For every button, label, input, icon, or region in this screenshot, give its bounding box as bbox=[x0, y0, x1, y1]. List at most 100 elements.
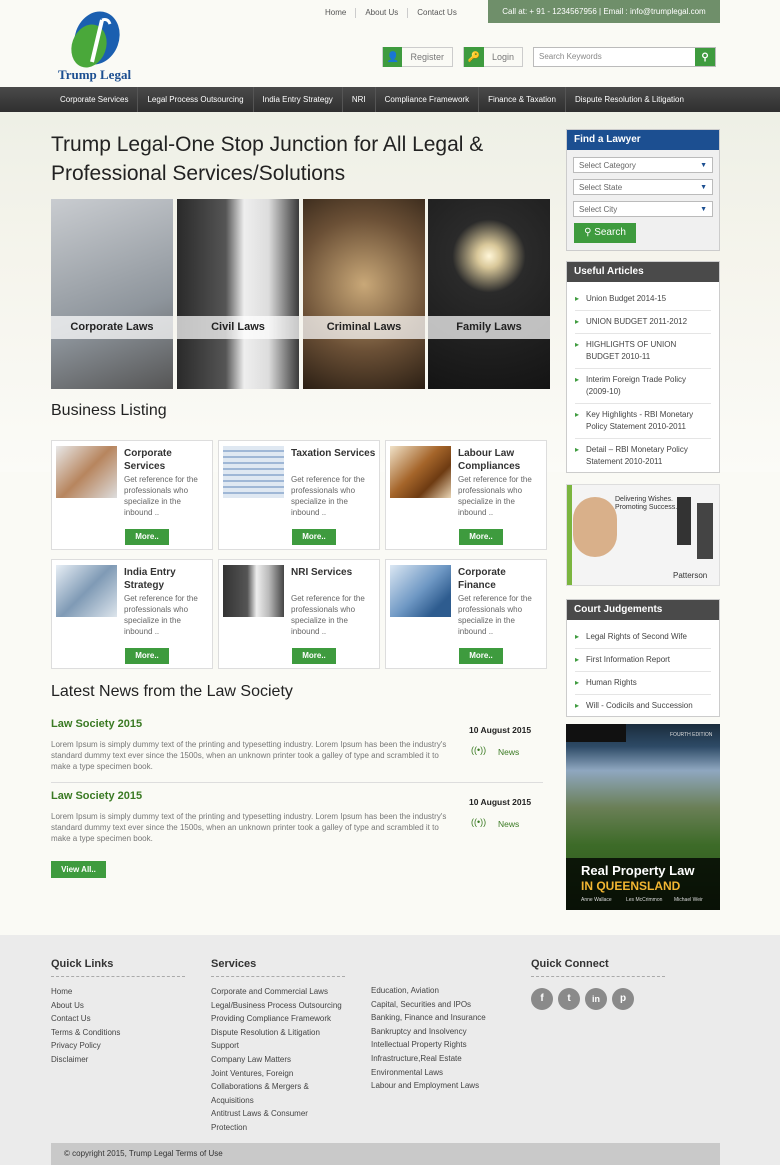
article-link[interactable]: Key Highlights - RBI Monetary Policy Sta… bbox=[575, 404, 711, 439]
user-icon: 👤 bbox=[383, 47, 403, 67]
nav-legal-process-outsourcing[interactable]: Legal Process Outsourcing bbox=[138, 87, 254, 112]
main-nav: Corporate Services Legal Process Outsour… bbox=[0, 87, 780, 112]
card-desc: Get reference for the professionals who … bbox=[458, 475, 532, 517]
footer-link[interactable]: Infrastructure,Real Estate bbox=[371, 1052, 486, 1066]
book-author: Les McCrimmon bbox=[626, 897, 663, 903]
footer-link[interactable]: Terms & Conditions bbox=[51, 1026, 120, 1040]
tile-criminal-laws[interactable]: Criminal Laws bbox=[303, 199, 425, 389]
footer-link[interactable]: Corporate and Commercial Laws bbox=[211, 985, 342, 999]
nav-nri[interactable]: NRI bbox=[343, 87, 376, 112]
find-lawyer-panel: Find a Lawyer Select Category ▼ Select St… bbox=[566, 129, 720, 251]
footer-link[interactable]: Support bbox=[211, 1039, 342, 1053]
register-button[interactable]: 👤 Register bbox=[382, 47, 453, 67]
card-desc: Get reference for the professionals who … bbox=[291, 594, 365, 636]
judgement-link[interactable]: Legal Rights of Second Wife bbox=[575, 626, 711, 649]
nav-compliance-framework[interactable]: Compliance Framework bbox=[376, 87, 480, 112]
state-value: Select State bbox=[579, 182, 623, 192]
footer-link[interactable]: Collaborations & Mergers & bbox=[211, 1080, 342, 1094]
news-title[interactable]: Law Society 2015 bbox=[51, 790, 142, 802]
tile-family-laws[interactable]: Family Laws bbox=[428, 199, 550, 389]
category-select[interactable]: Select Category ▼ bbox=[573, 157, 713, 173]
book-edition: FOURTH EDITION bbox=[670, 732, 713, 738]
search-box[interactable]: Search Keywords ⚲ bbox=[533, 47, 716, 67]
facebook-icon[interactable]: f bbox=[531, 988, 553, 1010]
login-button[interactable]: 🔑 Login bbox=[463, 47, 523, 67]
footer-link[interactable]: Dispute Resolution & Litigation bbox=[211, 1026, 342, 1040]
footer-link[interactable]: Providing Compliance Framework bbox=[211, 1012, 342, 1026]
twitter-icon[interactable]: t bbox=[558, 988, 580, 1010]
view-all-button[interactable]: View All.. bbox=[51, 861, 106, 878]
news-tag[interactable]: News bbox=[498, 747, 519, 757]
find-lawyer-search-button[interactable]: ⚲ Search bbox=[574, 223, 636, 243]
card-image bbox=[390, 446, 451, 498]
more-button[interactable]: More.. bbox=[125, 648, 169, 664]
city-select[interactable]: Select City ▼ bbox=[573, 201, 713, 217]
more-button[interactable]: More.. bbox=[292, 648, 336, 664]
footer-link[interactable]: Joint Ventures, Foreign bbox=[211, 1067, 342, 1081]
judgement-link[interactable]: Human Rights bbox=[575, 672, 711, 695]
footer-link[interactable]: Education, Aviation bbox=[371, 984, 486, 998]
news-title[interactable]: Law Society 2015 bbox=[51, 718, 142, 730]
tile-corporate-laws[interactable]: Corporate Laws bbox=[51, 199, 173, 389]
more-button[interactable]: More.. bbox=[125, 529, 169, 545]
card-desc: Get reference for the professionals who … bbox=[124, 594, 198, 636]
divider bbox=[531, 976, 665, 977]
useful-articles-panel: Useful Articles Union Budget 2014-15 UNI… bbox=[566, 261, 720, 473]
linkedin-icon[interactable]: in bbox=[585, 988, 607, 1010]
search-icon[interactable]: ⚲ bbox=[695, 48, 715, 66]
book-advert[interactable]: FOURTH EDITION Real Property Law IN QUEE… bbox=[566, 724, 720, 910]
card-title: Corporate Finance bbox=[458, 567, 506, 591]
card-title: NRI Services bbox=[291, 567, 353, 578]
footer-link[interactable]: Labour and Employment Laws bbox=[371, 1079, 486, 1093]
handshake-image bbox=[51, 199, 173, 389]
advert-banner[interactable]: Delivering Wishes. Promoting Success. Pa… bbox=[566, 484, 720, 586]
article-link[interactable]: Union Budget 2014-15 bbox=[575, 288, 711, 311]
state-select[interactable]: Select State ▼ bbox=[573, 179, 713, 195]
footer-link[interactable]: Intellectual Property Rights bbox=[371, 1038, 486, 1052]
nav-finance-taxation[interactable]: Finance & Taxation bbox=[479, 87, 566, 112]
footer-link[interactable]: Home bbox=[51, 985, 120, 999]
top-link-about[interactable]: About Us bbox=[356, 8, 409, 18]
top-link-home[interactable]: Home bbox=[316, 8, 357, 18]
news-tag[interactable]: News bbox=[498, 819, 519, 829]
book-corner bbox=[566, 724, 626, 742]
article-link[interactable]: HIGHLIGHTS OF UNION BUDGET 2010-11 bbox=[575, 334, 711, 369]
search-input[interactable]: Search Keywords bbox=[534, 48, 695, 66]
footer-link[interactable]: Antitrust Laws & Consumer bbox=[211, 1107, 342, 1121]
article-link[interactable]: Interim Foreign Trade Policy (2009-10) bbox=[575, 369, 711, 404]
tile-civil-laws[interactable]: Civil Laws bbox=[177, 199, 299, 389]
nav-india-entry-strategy[interactable]: India Entry Strategy bbox=[254, 87, 343, 112]
tile-label: Civil Laws bbox=[177, 316, 299, 339]
footer-link[interactable]: Privacy Policy bbox=[51, 1039, 120, 1053]
footer-link[interactable]: Banking, Finance and Insurance bbox=[371, 1011, 486, 1025]
footer-link[interactable]: Acquisitions bbox=[211, 1094, 342, 1108]
article-link[interactable]: UNION BUDGET 2011-2012 bbox=[575, 311, 711, 334]
document-image bbox=[177, 199, 299, 389]
find-lawyer-heading: Find a Lawyer bbox=[567, 130, 719, 150]
judgement-link[interactable]: Will - Codicils and Succession bbox=[575, 695, 711, 717]
footer-link[interactable]: Capital, Securities and IPOs bbox=[371, 998, 486, 1012]
pinterest-icon[interactable]: p bbox=[612, 988, 634, 1010]
footer-link[interactable]: About Us bbox=[51, 999, 120, 1013]
register-label: Register bbox=[410, 52, 444, 62]
footer-link[interactable]: Disclaimer bbox=[51, 1053, 120, 1067]
business-card: Corporate Services Get reference for the… bbox=[51, 440, 213, 550]
news-heading: Latest News from the Law Society bbox=[51, 683, 293, 700]
footer-link[interactable]: Environmental Laws bbox=[371, 1066, 486, 1080]
footer-link[interactable]: Company Law Matters bbox=[211, 1053, 342, 1067]
footer-link[interactable]: Protection bbox=[211, 1121, 342, 1135]
more-button[interactable]: More.. bbox=[459, 529, 503, 545]
judgement-link[interactable]: First Information Report bbox=[575, 649, 711, 672]
key-icon: 🔑 bbox=[464, 47, 484, 67]
ad-brand: Patterson bbox=[673, 571, 708, 580]
article-link[interactable]: Detail – RBI Monetary Policy Statement 2… bbox=[575, 439, 711, 473]
nav-corporate-services[interactable]: Corporate Services bbox=[51, 87, 139, 112]
top-link-contact[interactable]: Contact Us bbox=[408, 8, 466, 18]
more-button[interactable]: More.. bbox=[292, 529, 336, 545]
footer-link[interactable]: Legal/Business Process Outsourcing bbox=[211, 999, 342, 1013]
logo[interactable]: Trump Legal bbox=[56, 6, 136, 82]
footer-link[interactable]: Bankruptcy and Insolvency bbox=[371, 1025, 486, 1039]
nav-dispute-resolution[interactable]: Dispute Resolution & Litigation bbox=[566, 87, 693, 112]
footer-link[interactable]: Contact Us bbox=[51, 1012, 120, 1026]
more-button[interactable]: More.. bbox=[459, 648, 503, 664]
